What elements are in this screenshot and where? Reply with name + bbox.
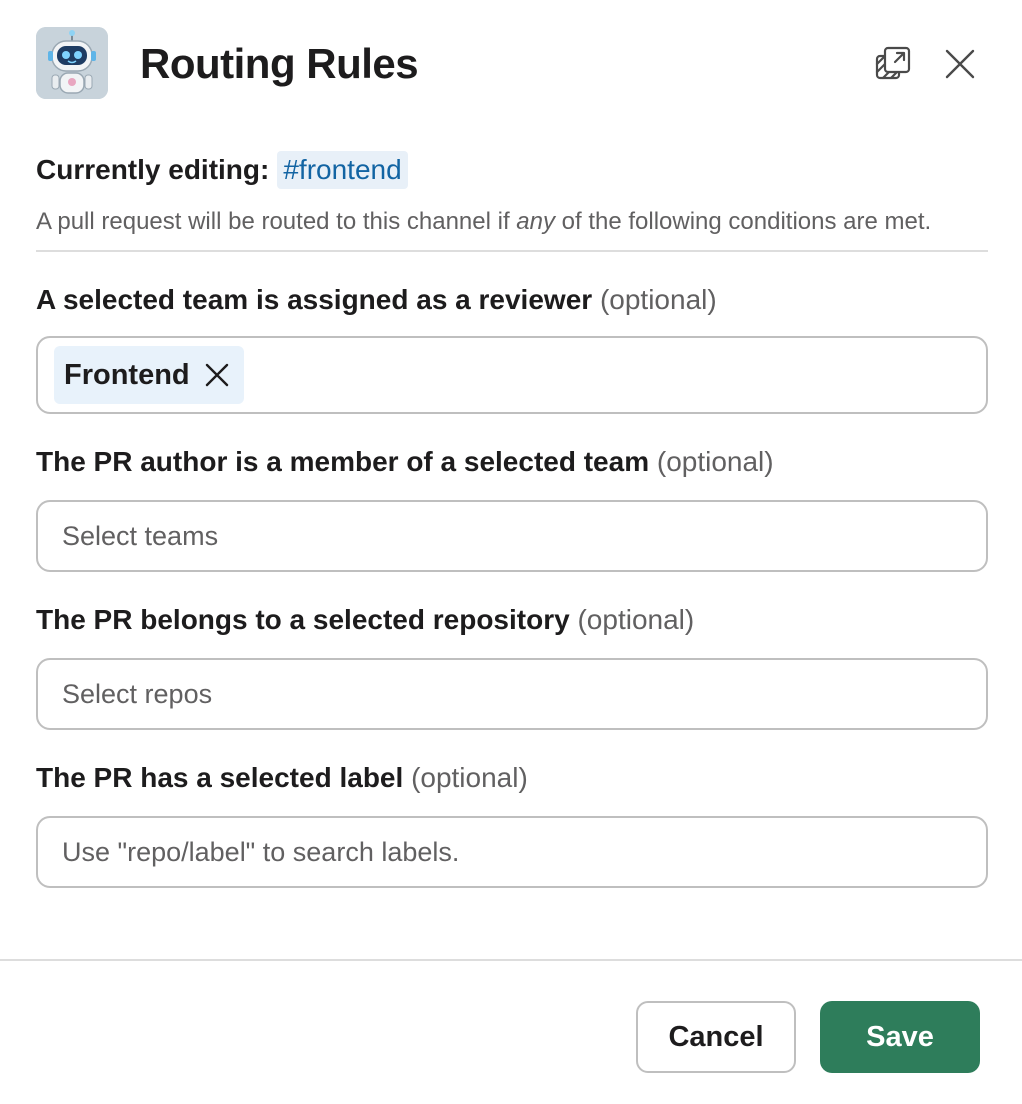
repository-label-text: The PR belongs to a selected repository <box>36 604 570 635</box>
repository-placeholder: Select repos <box>62 678 213 709</box>
currently-editing: Currently editing: #frontend <box>36 150 988 190</box>
cancel-button[interactable]: Cancel <box>636 1001 796 1073</box>
selected-team-chip: Frontend <box>54 346 244 404</box>
optional-tag: (optional) <box>411 762 528 793</box>
description-emphasis: any <box>516 208 555 235</box>
reviewer-team-select[interactable]: Frontend <box>36 336 988 414</box>
label-search-input[interactable]: Use "repo/label" to search labels. <box>36 816 988 888</box>
close-icon[interactable] <box>936 40 984 88</box>
description-text-after: of the following conditions are met. <box>554 208 932 235</box>
currently-editing-label: Currently editing: <box>36 154 270 185</box>
footer-divider <box>0 959 1022 961</box>
optional-tag: (optional) <box>599 284 717 315</box>
save-button[interactable]: Save <box>820 1001 980 1073</box>
optional-tag: (optional) <box>577 604 695 635</box>
repository-select[interactable]: Select repos <box>36 658 988 730</box>
routing-description: A pull request will be routed to this ch… <box>36 200 988 244</box>
section-divider <box>36 250 988 252</box>
reviewer-team-label-text: A selected team is assigned as a reviewe… <box>36 284 593 315</box>
author-team-label-text: The PR author is a member of a selected … <box>36 446 650 477</box>
chip-label: Frontend <box>64 358 190 391</box>
author-team-placeholder: Select teams <box>62 520 219 551</box>
label-search-placeholder: Use "repo/label" to search labels. <box>62 836 460 867</box>
repository-label: The PR belongs to a selected repository … <box>36 602 988 638</box>
modal-header: Routing Rules <box>0 0 1022 130</box>
remove-chip-icon[interactable] <box>204 362 230 388</box>
pr-label-label-text: The PR has a selected label <box>36 762 404 793</box>
author-team-select[interactable]: Select teams <box>36 500 988 572</box>
channel-link[interactable]: #frontend <box>277 151 408 189</box>
modal-body: Currently editing: #frontend A pull requ… <box>36 150 988 888</box>
pr-label-label: The PR has a selected label (optional) <box>36 760 988 796</box>
optional-tag: (optional) <box>656 446 774 477</box>
popout-icon[interactable] <box>869 40 917 88</box>
modal-title: Routing Rules <box>140 40 419 87</box>
author-team-label: The PR author is a member of a selected … <box>36 444 988 480</box>
reviewer-team-label: A selected team is assigned as a reviewe… <box>36 282 988 318</box>
description-text-before: A pull request will be routed to this ch… <box>36 208 517 235</box>
robot-avatar-icon <box>36 27 108 99</box>
